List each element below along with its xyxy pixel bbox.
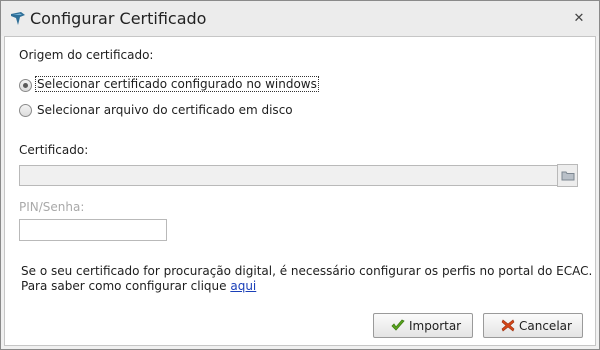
certificate-label: Certificado:	[19, 143, 89, 157]
pin-icon	[9, 11, 27, 27]
dialog-window: Configurar Certificado ✕ Origem do certi…	[0, 0, 600, 350]
info-text-prefix: Para saber como configurar clique	[21, 279, 231, 293]
radio-disk-file[interactable]	[19, 104, 32, 117]
certificate-field[interactable]	[19, 165, 558, 186]
close-button[interactable]: ✕	[571, 11, 587, 27]
title-bar[interactable]: Configurar Certificado ✕	[1, 1, 599, 36]
import-button[interactable]: Importar	[373, 313, 473, 338]
dialog-content: Origem do certificado: Selecionar certif…	[4, 36, 596, 346]
radio-selected-dot	[23, 83, 28, 88]
radio-windows-cert[interactable]	[19, 79, 32, 92]
info-text-line1: Se o seu certificado for procuração digi…	[21, 264, 593, 278]
checkmark-icon	[391, 319, 405, 335]
folder-icon	[561, 171, 575, 181]
pin-label: PIN/Senha:	[19, 200, 85, 214]
browse-button[interactable]	[557, 164, 578, 187]
origin-label: Origem do certificado:	[19, 48, 154, 62]
help-link[interactable]: aqui	[230, 279, 256, 293]
cancel-button-label: Cancelar	[519, 319, 572, 333]
radio-windows-cert-label[interactable]: Selecionar certificado configurado no wi…	[35, 76, 319, 92]
import-button-label: Importar	[409, 319, 462, 333]
radio-disk-file-label[interactable]: Selecionar arquivo do certificado em dis…	[36, 103, 294, 117]
pin-field[interactable]	[19, 219, 167, 241]
cancel-button[interactable]: Cancelar	[483, 313, 583, 338]
x-icon	[501, 319, 515, 335]
info-text-line2: Para saber como configurar clique aqui	[21, 279, 256, 293]
window-title: Configurar Certificado	[30, 9, 207, 28]
